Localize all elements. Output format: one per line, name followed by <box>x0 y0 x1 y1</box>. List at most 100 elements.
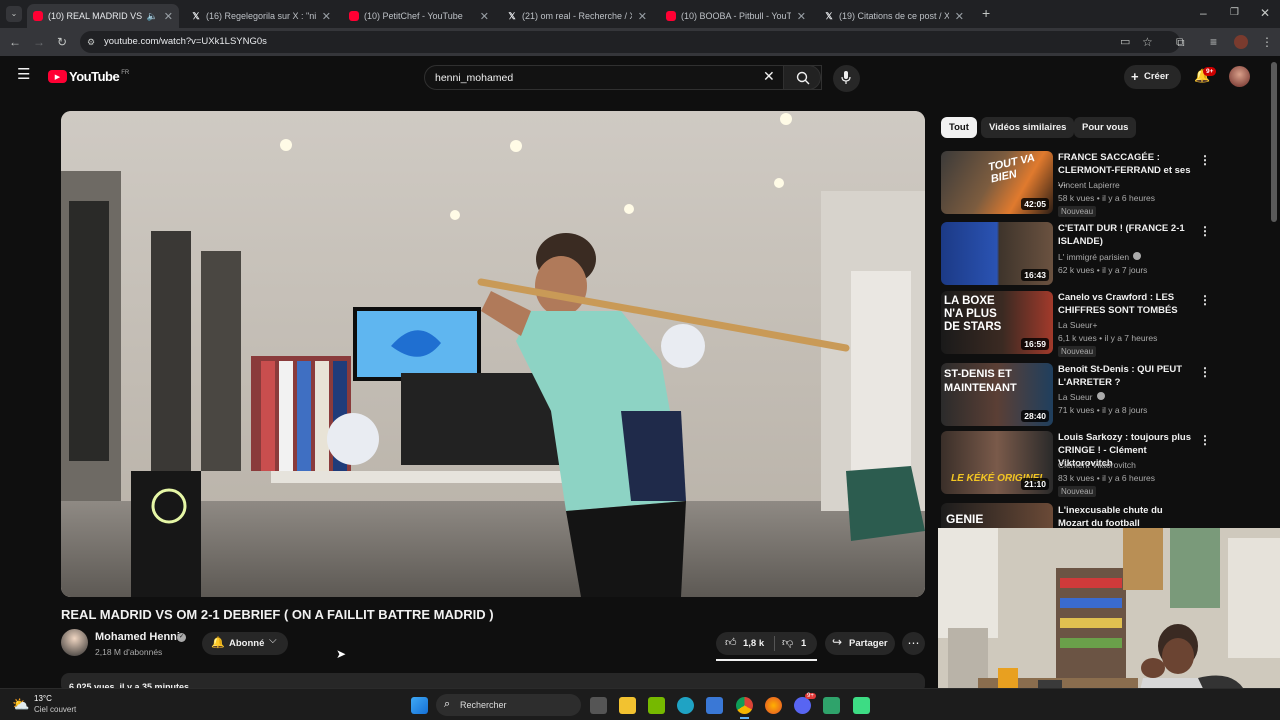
video-title: REAL MADRID VS OM 2-1 DEBRIEF ( ON A FAI… <box>61 607 494 622</box>
browser-tab[interactable]: (10) REAL MADRID VS OM 🔈 ✕ <box>27 4 179 28</box>
extensions-icon[interactable]: ⧉ <box>1176 36 1185 48</box>
url-text: youtube.com/watch?v=UXk1LSYNG0s <box>104 36 267 47</box>
more-options-icon[interactable]: ⋮ <box>1199 224 1211 238</box>
video-player[interactable] <box>61 111 925 597</box>
tab-close-icon[interactable]: ✕ <box>164 10 173 23</box>
thumbs-up-icon: 👍︎ <box>725 637 737 649</box>
video-thumbnail[interactable]: LA BOXE N'A PLUS DE STARS 16:59 <box>941 291 1053 354</box>
account-avatar[interactable] <box>1229 66 1250 87</box>
more-options-icon[interactable]: ⋮ <box>1199 433 1211 447</box>
tab-title: (21) om real - Recherche / X <box>522 11 632 21</box>
site-info-icon[interactable]: ⚙ <box>87 31 95 53</box>
more-options-icon[interactable]: ⋮ <box>1199 153 1211 167</box>
restore-icon[interactable]: ❐ <box>1230 7 1239 19</box>
video-thumbnail[interactable]: 16:43 <box>941 222 1053 285</box>
chrome-icon[interactable] <box>736 697 753 714</box>
windows-start-icon[interactable] <box>411 697 428 714</box>
discord-icon[interactable] <box>794 697 811 714</box>
search-button[interactable] <box>783 65 821 90</box>
tab-title: (10) REAL MADRID VS OM <box>48 11 143 21</box>
reload-icon[interactable]: ↻ <box>57 36 67 48</box>
more-options-icon[interactable]: ⋮ <box>1199 293 1211 307</box>
video-thumbnail[interactable]: ST-DENIS ET MAINTENANT 28:40 <box>941 363 1053 426</box>
create-button[interactable]: + Créer <box>1124 65 1181 89</box>
subscribed-label: Abonné <box>229 638 265 649</box>
chip-for-you[interactable]: Pour vous <box>1074 117 1137 138</box>
channel-name[interactable]: Vincent Lapierre <box>1058 180 1120 190</box>
more-actions-button[interactable]: ⋯ <box>902 632 925 655</box>
subscriber-count: 2,18 M d'abonnés <box>95 647 163 657</box>
tab-close-icon[interactable]: ✕ <box>638 10 647 23</box>
clear-search-icon[interactable]: ✕ <box>763 69 775 83</box>
channel-name[interactable]: La Sueur+ <box>1058 320 1097 330</box>
share-button[interactable]: ↪ Partager <box>825 632 895 655</box>
reading-list-icon[interactable]: ≡ <box>1210 36 1217 48</box>
chip-similar-videos[interactable]: Vidéos similaires <box>981 117 1075 138</box>
search-value: henni_mohamed <box>435 72 514 84</box>
channel-name[interactable]: La Sueur <box>1058 392 1105 402</box>
recommended-video[interactable]: TOUT VA BIEN 42:05 FRANCE SACCAGÉE : CLE… <box>941 151 1261 217</box>
browser-tab[interactable]: 𝕏 (16) Regelegorila sur X : "nico c ✕ <box>185 4 337 28</box>
channel-name[interactable]: Clément Viktorovitch <box>1058 460 1136 470</box>
tab-title: (19) Citations de ce post / X <box>839 11 949 21</box>
thumbnail-text: GENIE <box>946 512 984 526</box>
video-frame <box>61 111 925 597</box>
channel-avatar[interactable] <box>61 629 88 656</box>
recommended-video[interactable]: 16:43 C'ETAIT DUR ! (FRANCE 2-1 ISLANDE)… <box>941 222 1261 286</box>
browser-tab[interactable]: (10) PetitChef - YouTube ✕ <box>343 4 495 28</box>
verified-icon <box>1133 252 1142 260</box>
voice-search-button[interactable] <box>833 65 860 92</box>
microsoft-store-icon[interactable] <box>706 697 723 714</box>
channel-name-text: La Sueur <box>1058 392 1093 402</box>
nvidia-icon[interactable] <box>648 697 665 714</box>
new-badge: Nouveau <box>1058 486 1097 497</box>
browser-tab[interactable]: 𝕏 (19) Citations de ce post / X ✕ <box>818 4 970 28</box>
bookmark-star-icon[interactable]: ☆ <box>1142 36 1153 48</box>
tab-close-icon[interactable]: ✕ <box>955 10 964 23</box>
browser-tab[interactable]: 𝕏 (21) om real - Recherche / X ✕ <box>501 4 653 28</box>
more-options-icon[interactable]: ⋮ <box>1199 365 1211 379</box>
plus-icon: + <box>1131 69 1139 84</box>
green-app-icon[interactable] <box>823 697 840 714</box>
cast-icon[interactable]: ▭ <box>1120 36 1130 48</box>
channel-name[interactable]: L' immigré parisien <box>1058 252 1142 262</box>
chip-all[interactable]: Tout <box>941 117 977 138</box>
recommended-video[interactable]: ST-DENIS ET MAINTENANT 28:40 Benoît St-D… <box>941 363 1261 427</box>
channel-name[interactable]: Mohamed Henni <box>95 631 180 643</box>
tab-close-icon[interactable]: ✕ <box>480 10 489 23</box>
speaker-icon[interactable]: 🔈 <box>147 11 158 22</box>
file-explorer-icon[interactable] <box>619 697 636 714</box>
menu-dots-icon[interactable]: ⋮ <box>1261 36 1273 48</box>
back-icon[interactable]: ← <box>9 36 21 48</box>
new-tab-icon[interactable]: + <box>982 6 990 20</box>
edge-icon[interactable] <box>677 697 694 714</box>
browser-tab[interactable]: (10) BOOBA - Pitbull - YouTube ✕ <box>660 4 812 28</box>
url-field[interactable]: ⚙ youtube.com/watch?v=UXk1LSYNG0s <box>80 31 1180 53</box>
recommended-video[interactable]: GENIE L'inexcusable chute du Mozart du f… <box>941 503 1261 528</box>
subscribed-button[interactable]: 🔔 Abonné ⌵ <box>202 632 288 655</box>
like-button[interactable]: 👍︎ 1,8 k <box>716 632 773 655</box>
taskbar-search-box[interactable]: ⌕ Rechercher <box>436 694 581 716</box>
task-view-icon[interactable] <box>590 697 607 714</box>
android-app-icon[interactable] <box>853 697 870 714</box>
page-scrollbar[interactable] <box>1271 62 1277 222</box>
tab-close-icon[interactable]: ✕ <box>797 10 806 23</box>
firefox-icon[interactable] <box>765 697 782 714</box>
thumbs-down-icon: 👎︎ <box>782 637 794 649</box>
video-thumbnail[interactable]: GENIE <box>941 503 1053 528</box>
tab-close-icon[interactable]: ✕ <box>322 10 331 23</box>
video-meta: 62 k vues • il y a 7 jours <box>1058 265 1148 275</box>
recommended-video[interactable]: LA BOXE N'A PLUS DE STARS 16:59 Canelo v… <box>941 291 1261 357</box>
close-window-icon[interactable]: ✕ <box>1260 7 1270 19</box>
forward-icon[interactable]: → <box>33 36 45 48</box>
dislike-button[interactable]: 👎︎ 1 <box>776 632 817 655</box>
youtube-icon <box>666 11 676 21</box>
minimize-icon[interactable]: – <box>1200 7 1207 19</box>
youtube-logo[interactable]: ▶ YouTube FR <box>48 69 129 84</box>
profile-avatar-icon[interactable] <box>1234 35 1248 49</box>
hamburger-menu-icon[interactable]: ☰ <box>17 67 30 82</box>
tab-search-icon[interactable]: ⌄ <box>6 6 22 22</box>
video-thumbnail[interactable]: TOUT VA BIEN 42:05 <box>941 151 1053 214</box>
video-thumbnail[interactable]: LE KÉKÉ ORIGINEL 21:10 <box>941 431 1053 494</box>
recommended-video[interactable]: LE KÉKÉ ORIGINEL 21:10 Louis Sarkozy : t… <box>941 431 1261 497</box>
